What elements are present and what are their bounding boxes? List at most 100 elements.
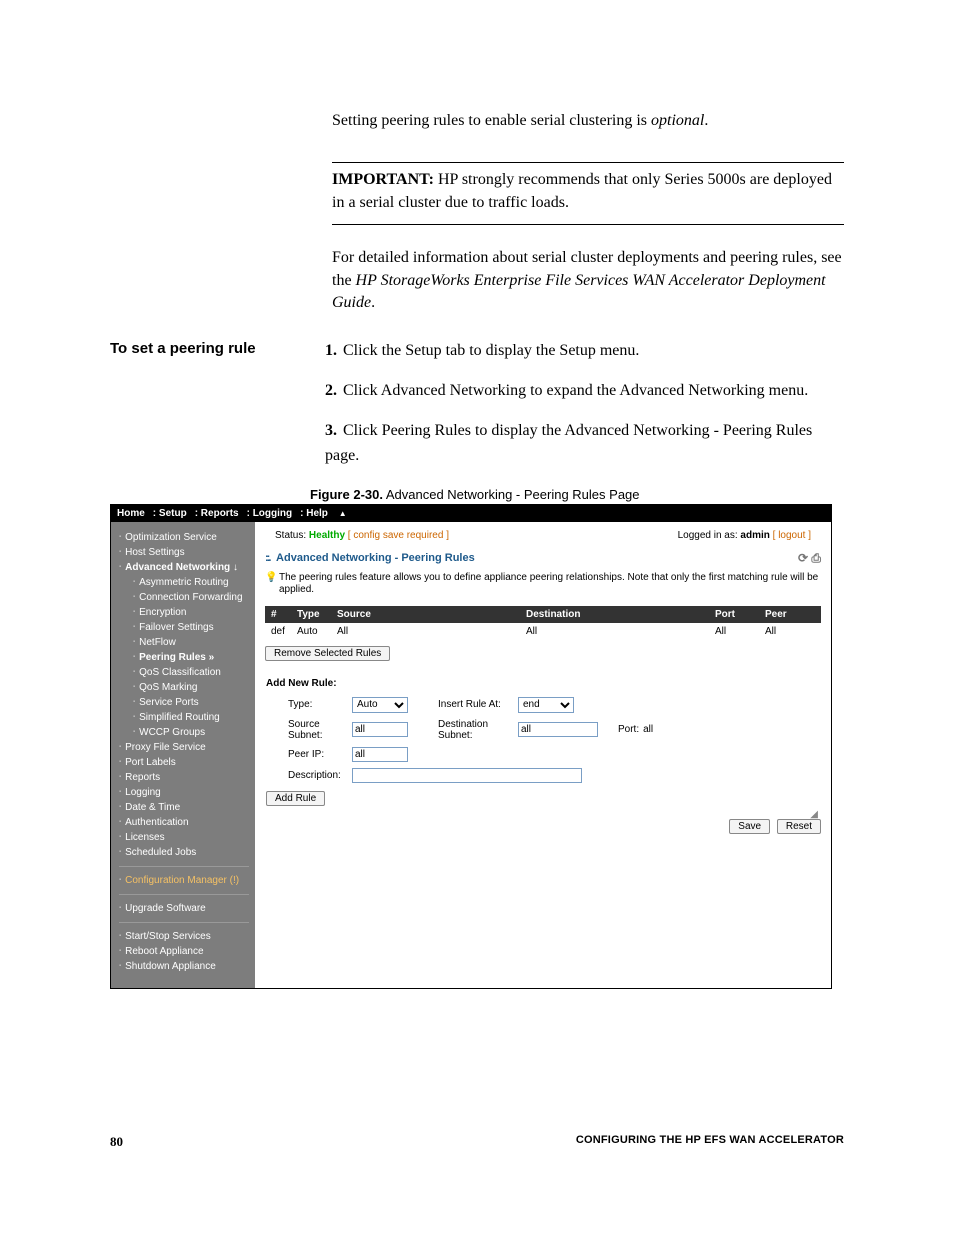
- intro-text-b: optional: [651, 112, 704, 129]
- side-conn-forward[interactable]: Connection Forwarding: [119, 590, 255, 605]
- side-config-manager[interactable]: Configuration Manager (!): [119, 873, 255, 888]
- intro-text-a: Setting peering rules to enable serial c…: [332, 112, 651, 129]
- tab-setup[interactable]: Setup: [159, 508, 187, 519]
- input-peer-ip[interactable]: [352, 747, 408, 762]
- th-dest: Destination: [526, 609, 715, 620]
- reset-button[interactable]: Reset: [777, 819, 821, 834]
- status-save-required[interactable]: [ config save required ]: [345, 530, 449, 541]
- save-button[interactable]: Save: [729, 819, 770, 834]
- figure-caption: Figure 2-30. Advanced Networking - Peeri…: [310, 487, 844, 502]
- hint-text: The peering rules feature allows you to …: [265, 572, 821, 596]
- add-rule-button[interactable]: Add Rule: [266, 791, 325, 806]
- select-insert[interactable]: end: [518, 697, 574, 713]
- section-heading: To set a peering rule: [110, 338, 325, 482]
- td-peer: All: [765, 626, 815, 637]
- footer-title: CONFIGURING THE HP EFS WAN ACCELERATOR: [576, 1134, 844, 1150]
- side-adv-net[interactable]: Advanced Networking ↓: [119, 560, 255, 575]
- td-num: def: [271, 626, 297, 637]
- side-date-time[interactable]: Date & Time: [119, 800, 255, 815]
- label-dst-subnet: Destination Subnet:: [408, 719, 518, 741]
- add-rule-title: Add New Rule:: [266, 678, 820, 689]
- status-healthy: Healthy: [309, 530, 345, 541]
- intro-paragraph: Setting peering rules to enable serial c…: [332, 110, 844, 132]
- status-bar: Status: Healthy [ config save required ]…: [265, 526, 821, 545]
- side-licenses[interactable]: Licenses: [119, 830, 255, 845]
- label-description: Description:: [266, 770, 352, 781]
- important-note: IMPORTANT: HP strongly recommends that o…: [332, 162, 844, 225]
- side-proxy-file[interactable]: Proxy File Service: [119, 740, 255, 755]
- side-shutdown[interactable]: Shutdown Appliance: [119, 959, 255, 974]
- side-simplified-routing[interactable]: Simplified Routing: [119, 710, 255, 725]
- status-label: Status:: [275, 530, 309, 541]
- input-src-subnet[interactable]: [352, 722, 408, 737]
- side-qos-marking[interactable]: QoS Marking: [119, 680, 255, 695]
- side-reports[interactable]: Reports: [119, 770, 255, 785]
- remove-selected-button[interactable]: Remove Selected Rules: [265, 646, 390, 661]
- figure-caption-bold: Figure 2-30.: [310, 487, 383, 502]
- side-logging[interactable]: Logging: [119, 785, 255, 800]
- intro-text-c: .: [704, 112, 708, 129]
- side-host-settings[interactable]: Host Settings: [119, 545, 255, 560]
- detail-c: .: [371, 294, 375, 311]
- side-peering-rules[interactable]: Peering Rules »: [119, 650, 255, 665]
- th-peer: Peer: [765, 609, 815, 620]
- rules-table-row[interactable]: def Auto All All All All: [265, 623, 821, 640]
- side-qos-class[interactable]: QoS Classification: [119, 665, 255, 680]
- detail-b: HP StorageWorks Enterprise File Services…: [332, 272, 826, 311]
- screenshot-sidebar: Optimization Service Host Settings Advan…: [111, 522, 255, 988]
- tab-logging[interactable]: Logging: [253, 508, 292, 519]
- side-asym-routing[interactable]: Asymmetric Routing: [119, 575, 255, 590]
- tab-help[interactable]: Help: [306, 508, 328, 519]
- steps-list: 1.Click the Setup tab to display the Set…: [325, 338, 844, 482]
- tab-home[interactable]: Home: [117, 508, 145, 519]
- tab-arrow-icon: ▲: [339, 509, 347, 518]
- td-port: All: [715, 626, 765, 637]
- side-failover[interactable]: Failover Settings: [119, 620, 255, 635]
- page-title: Advanced Networking - Peering Rules: [276, 552, 475, 564]
- side-upgrade[interactable]: Upgrade Software: [119, 901, 255, 916]
- refresh-icon[interactable]: ⟳: [798, 551, 808, 565]
- important-label: IMPORTANT:: [332, 171, 434, 188]
- label-port: Port:: [598, 724, 639, 735]
- side-port-labels[interactable]: Port Labels: [119, 755, 255, 770]
- select-type[interactable]: Auto: [352, 697, 408, 713]
- screenshot-tabbar: Home: Setup: Reports: Logging: Help ▲: [111, 505, 831, 522]
- th-source: Source: [337, 609, 526, 620]
- value-port: all: [639, 724, 653, 735]
- side-netflow[interactable]: NetFlow: [119, 635, 255, 650]
- th-type: Type: [297, 609, 337, 620]
- step-3: Click Peering Rules to display the Advan…: [325, 422, 812, 465]
- input-description[interactable]: [352, 768, 582, 783]
- step-num-1: 1.: [325, 338, 343, 364]
- side-reboot[interactable]: Reboot Appliance: [119, 944, 255, 959]
- status-user: admin: [740, 530, 769, 541]
- td-dest: All: [526, 626, 715, 637]
- rules-table-header: # Type Source Destination Port Peer: [265, 606, 821, 623]
- side-wccp[interactable]: WCCP Groups: [119, 725, 255, 740]
- step-num-2: 2.: [325, 378, 343, 404]
- side-encryption[interactable]: Encryption: [119, 605, 255, 620]
- step-num-3: 3.: [325, 418, 343, 444]
- step-1: Click the Setup tab to display the Setup…: [343, 342, 639, 359]
- add-rule-form: Add New Rule: Type: Auto Insert Rule At:…: [265, 673, 821, 811]
- resize-handle-icon[interactable]: ◢: [810, 809, 818, 820]
- print-icon[interactable]: ⎙: [811, 551, 821, 565]
- side-opt-service[interactable]: Optimization Service: [119, 530, 255, 545]
- input-dst-subnet[interactable]: [518, 722, 598, 737]
- step-2: Click Advanced Networking to expand the …: [343, 382, 808, 399]
- side-service-ports[interactable]: Service Ports: [119, 695, 255, 710]
- label-type: Type:: [266, 699, 352, 710]
- tab-reports[interactable]: Reports: [201, 508, 239, 519]
- side-auth[interactable]: Authentication: [119, 815, 255, 830]
- status-user-label: Logged in as:: [678, 530, 741, 541]
- page-footer: 80 CONFIGURING THE HP EFS WAN ACCELERATO…: [110, 1134, 844, 1150]
- label-insert: Insert Rule At:: [408, 699, 518, 710]
- screenshot-main: Status: Healthy [ config save required ]…: [255, 522, 831, 988]
- side-sched-jobs[interactable]: Scheduled Jobs: [119, 845, 255, 860]
- th-port: Port: [715, 609, 765, 620]
- logout-link[interactable]: [ logout ]: [770, 530, 811, 541]
- th-num: #: [271, 609, 297, 620]
- page-number: 80: [110, 1134, 123, 1150]
- side-startstop[interactable]: Start/Stop Services: [119, 929, 255, 944]
- crumb-icon: ::.: [265, 552, 269, 564]
